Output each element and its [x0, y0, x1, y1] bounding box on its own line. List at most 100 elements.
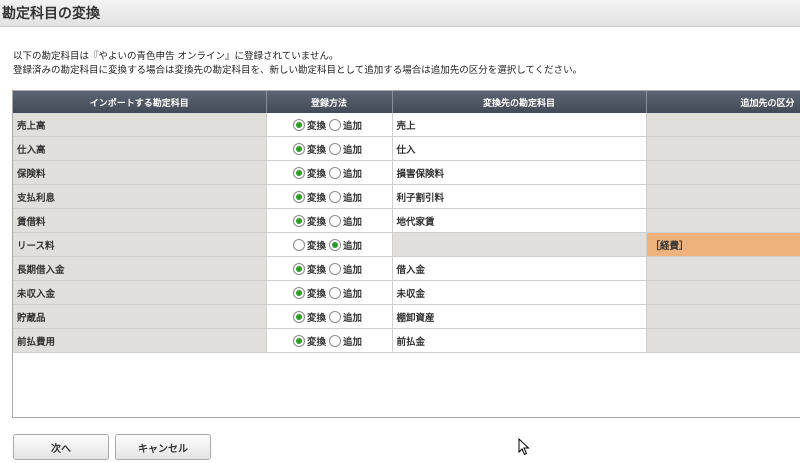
convert-radio-label: 変換 — [306, 336, 326, 348]
convert-radio[interactable] — [292, 166, 305, 179]
column-header-target-account: 変換先の勘定科目 — [392, 91, 647, 113]
method-cell: 変換 追加 — [266, 304, 393, 329]
target-account-cell[interactable]: 利子割引料 — [392, 184, 647, 209]
target-account-cell[interactable]: 借入金 — [392, 256, 647, 281]
convert-radio-label: 変換 — [306, 288, 326, 300]
target-account-cell[interactable]: 損害保険料 — [392, 160, 647, 185]
instruction-line-1: 以下の勘定科目は『やよいの青色申告 オンライン』に登録されていません。 — [13, 51, 339, 62]
convert-radio-label: 変換 — [306, 312, 326, 324]
import-account-cell: 貯蔵品 — [13, 304, 267, 329]
category-cell — [646, 280, 800, 305]
add-radio[interactable] — [329, 166, 341, 179]
table-row: 長期借入金 変換 追加 借入金 — [13, 256, 800, 281]
convert-radio[interactable] — [292, 262, 305, 275]
category-cell — [646, 184, 800, 209]
import-account-cell: 長期借入金 — [13, 256, 267, 281]
category-cell — [646, 304, 800, 329]
convert-radio[interactable] — [292, 214, 305, 227]
target-account-cell[interactable]: 地代家賃 — [392, 208, 647, 233]
convert-radio-label: 変換 — [306, 216, 326, 228]
table-row: 仕入高 変換 追加 仕入 — [13, 136, 800, 161]
convert-radio[interactable] — [292, 142, 305, 155]
category-cell[interactable]: ［経費］ — [646, 232, 800, 257]
add-radio-label: 追加 — [343, 120, 363, 132]
cancel-button[interactable]: キャンセル — [115, 434, 211, 460]
convert-radio-label: 変換 — [306, 144, 326, 156]
target-account-cell[interactable]: 仕入 — [392, 136, 647, 161]
method-cell: 変換 追加 — [266, 256, 393, 281]
table-row: リース料 変換 追加 ［経費］ — [13, 232, 800, 257]
target-account-cell[interactable]: 棚卸資産 — [392, 304, 647, 329]
method-cell: 変換 追加 — [266, 136, 393, 161]
convert-radio[interactable] — [292, 118, 305, 131]
add-radio-label: 追加 — [343, 216, 363, 228]
add-radio[interactable] — [329, 190, 341, 203]
column-header-method: 登録方法 — [266, 91, 393, 113]
table-row: 支払利息 変換 追加 利子割引料 — [13, 184, 800, 209]
add-radio[interactable] — [329, 334, 341, 347]
convert-radio[interactable] — [292, 310, 305, 323]
add-radio[interactable] — [329, 118, 341, 131]
method-cell: 変換 追加 — [266, 184, 393, 209]
add-radio-label: 追加 — [343, 312, 363, 324]
add-radio-label: 追加 — [343, 240, 363, 252]
convert-radio[interactable] — [292, 190, 305, 203]
category-cell — [646, 160, 800, 185]
column-header-category: 追加先の区分 — [646, 91, 800, 113]
import-account-cell: リース料 — [13, 232, 267, 257]
instructions: 以下の勘定科目は『やよいの青色申告 オンライン』に登録されていません。 登録済み… — [13, 50, 582, 78]
table-row: 保険料 変換 追加 損害保険料 — [13, 160, 800, 185]
import-account-cell: 賃借料 — [13, 208, 267, 233]
add-radio-label: 追加 — [343, 336, 363, 348]
method-cell: 変換 追加 — [266, 208, 393, 233]
convert-radio-label: 変換 — [306, 192, 326, 204]
target-account-cell — [392, 232, 647, 257]
category-cell — [646, 136, 800, 161]
method-cell: 変換 追加 — [266, 328, 393, 353]
mouse-cursor-icon — [518, 438, 530, 456]
target-account-cell[interactable]: 未収金 — [392, 280, 647, 305]
convert-radio[interactable] — [292, 238, 305, 251]
add-radio[interactable] — [329, 310, 341, 323]
convert-radio-label: 変換 — [306, 120, 326, 132]
instruction-line-2: 登録済みの勘定科目に変換する場合は変換先の勘定科目を、新しい勘定科目として追加す… — [13, 65, 583, 76]
add-radio-label: 追加 — [343, 168, 363, 180]
category-cell — [646, 328, 800, 353]
table-row: 未収入金 変換 追加 未収金 — [13, 280, 800, 305]
add-radio-label: 追加 — [343, 288, 363, 300]
add-radio[interactable] — [329, 286, 341, 299]
convert-radio-label: 変換 — [306, 264, 326, 276]
add-radio-label: 追加 — [343, 144, 363, 156]
add-radio[interactable] — [329, 238, 341, 251]
import-account-cell: 売上高 — [13, 113, 267, 137]
table-row: 賃借料 変換 追加 地代家賃 — [13, 208, 800, 233]
import-account-cell: 保険料 — [13, 160, 267, 185]
add-radio-label: 追加 — [343, 264, 363, 276]
method-cell: 変換 追加 — [266, 280, 393, 305]
target-account-cell[interactable]: 前払金 — [392, 328, 647, 353]
table-row: 売上高 変換 追加 売上 — [13, 113, 800, 137]
account-mapping-table: インポートする勘定科目 登録方法 変換先の勘定科目 追加先の区分 売上高 変換 追加… — [13, 91, 800, 353]
add-radio[interactable] — [329, 142, 341, 155]
import-account-cell: 未収入金 — [13, 280, 267, 305]
title-bar: 勘定科目の変換 — [0, 0, 800, 27]
category-cell — [646, 256, 800, 281]
add-radio[interactable] — [329, 214, 341, 227]
window-title: 勘定科目の変換 — [2, 6, 100, 22]
add-radio-label: 追加 — [343, 192, 363, 204]
method-cell: 変換 追加 — [266, 232, 393, 257]
import-account-cell: 支払利息 — [13, 184, 267, 209]
convert-radio-label: 変換 — [306, 168, 326, 180]
convert-radio[interactable] — [292, 334, 305, 347]
import-account-cell: 仕入高 — [13, 136, 267, 161]
category-cell — [646, 208, 800, 233]
target-account-cell[interactable]: 売上 — [392, 113, 647, 137]
method-cell: 変換 追加 — [266, 113, 393, 137]
convert-radio[interactable] — [292, 286, 305, 299]
next-button[interactable]: 次へ — [13, 434, 109, 460]
category-cell — [646, 113, 800, 137]
table-row: 貯蔵品 変換 追加 棚卸資産 — [13, 304, 800, 329]
table-row: 前払費用 変換 追加 前払金 — [13, 328, 800, 353]
add-radio[interactable] — [329, 262, 341, 275]
column-header-import-account: インポートする勘定科目 — [13, 91, 267, 113]
